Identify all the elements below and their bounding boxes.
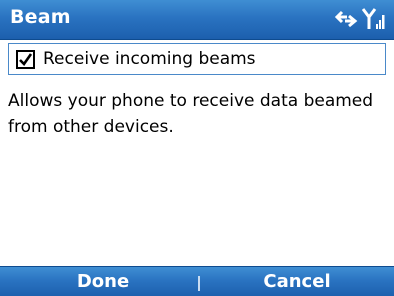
description-text: Allows your phone to receive data beamed… — [8, 91, 374, 137]
status-icons — [334, 6, 386, 32]
cancel-button[interactable]: Cancel — [222, 271, 372, 292]
connection-icon — [334, 7, 362, 31]
title-bar: Beam — [0, 0, 394, 40]
checkmark-icon — [19, 52, 33, 66]
done-button[interactable]: Done — [28, 271, 178, 292]
softkey-divider — [198, 276, 200, 291]
page-title: Beam — [10, 6, 71, 28]
softkey-bar: Done Cancel — [0, 266, 394, 296]
receive-beams-label: Receive incoming beams — [43, 49, 256, 69]
signal-icon — [361, 6, 386, 32]
receive-beams-checkbox[interactable] — [16, 49, 35, 69]
beam-settings-screen: Beam Receive incoming beams Allows your … — [0, 0, 394, 296]
receive-beams-checkbox-row[interactable]: Receive incoming beams — [8, 43, 386, 75]
